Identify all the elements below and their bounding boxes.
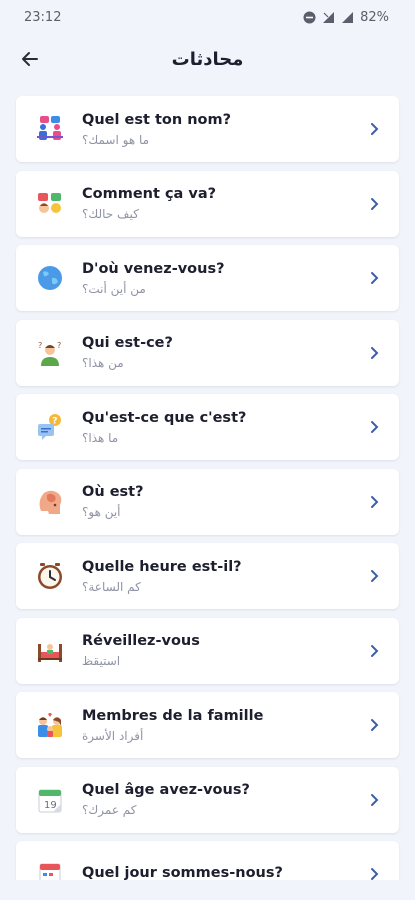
item-title: Qui est-ce? xyxy=(82,335,173,351)
list-item[interactable]: 19 Quel âge avez-vous? كم عمرك؟ xyxy=(16,766,399,833)
item-title: Quelle heure est-il? xyxy=(82,558,242,575)
item-title: Qu'est-ce que c'est? xyxy=(82,409,247,426)
list-item[interactable]: Membres de la famille أفراد الأسرة xyxy=(16,692,399,758)
item-subtitle: كم الساعة؟ xyxy=(82,579,141,594)
people-talking-icon xyxy=(33,112,67,146)
chevron-right-icon xyxy=(365,194,385,214)
svg-text:?: ? xyxy=(38,341,42,350)
list-item[interactable]: Comment ça va? كيف حالك؟ xyxy=(16,170,399,237)
calendar-age-icon: 19 xyxy=(33,783,67,817)
item-subtitle: كم عمرك؟ xyxy=(82,803,137,817)
svg-text:19: 19 xyxy=(44,800,57,811)
head-thinking-icon xyxy=(33,485,67,519)
svg-text:?: ? xyxy=(57,341,61,350)
chevron-right-icon xyxy=(365,566,385,586)
list-item[interactable]: D'où venez-vous? من أين أنت؟ xyxy=(16,245,399,311)
item-subtitle: ما هذا؟ xyxy=(82,430,119,445)
status-bar: 23:12 82% xyxy=(0,0,415,34)
status-time: 23:12 xyxy=(24,9,62,25)
list-item[interactable]: ? Qu'est-ce que c'est? ما هذا؟ xyxy=(16,394,399,460)
item-title: Quel est ton nom? xyxy=(82,111,232,128)
chevron-right-icon xyxy=(365,417,385,437)
do-not-disturb-icon xyxy=(303,11,316,23)
item-title: Comment ça va? xyxy=(82,186,217,202)
item-title: Membres de la famille xyxy=(82,707,264,724)
item-subtitle: من أين أنت؟ xyxy=(82,281,146,296)
signal-icon-2 xyxy=(342,11,354,23)
bed-wakeup-icon xyxy=(33,634,67,668)
page-title: محادثات xyxy=(171,48,244,70)
item-title: Quel âge avez-vous? xyxy=(82,782,250,798)
clock-icon xyxy=(33,559,67,593)
item-title: D'où venez-vous? xyxy=(82,260,225,277)
item-subtitle: ما هو اسمك؟ xyxy=(82,132,150,147)
list-item[interactable]: Où est? أين هو؟ xyxy=(16,468,399,535)
bottom-edge xyxy=(0,880,415,900)
item-subtitle: أين هو؟ xyxy=(82,505,121,519)
conversation-list: Quel est ton nom? ما هو اسمك؟ Comment ça… xyxy=(16,96,399,900)
arrow-left-icon xyxy=(22,52,38,66)
list-item[interactable]: Quelle heure est-il? كم الساعة؟ xyxy=(16,543,399,609)
chevron-right-icon xyxy=(365,268,385,288)
battery-percent: 82% xyxy=(360,9,389,25)
chevron-right-icon xyxy=(365,492,385,512)
chevron-right-icon xyxy=(365,343,385,363)
globe-icon xyxy=(33,261,67,295)
item-subtitle: استيقظ xyxy=(82,654,121,668)
item-title: Réveillez-vous xyxy=(82,633,200,649)
family-icon xyxy=(33,708,67,742)
item-title: Quel jour sommes-nous? xyxy=(82,864,283,881)
item-subtitle: من هذا؟ xyxy=(82,356,124,370)
item-subtitle: أفراد الأسرة xyxy=(82,728,144,743)
chevron-right-icon xyxy=(365,119,385,139)
status-icons: 82% xyxy=(303,10,389,25)
list-item[interactable]: Quel est ton nom? ما هو اسمك؟ xyxy=(16,96,399,162)
speech-question-icon: ? xyxy=(33,410,67,444)
list-item[interactable]: Réveillez-vous استيقظ xyxy=(16,617,399,684)
chevron-right-icon xyxy=(365,790,385,810)
chevron-right-icon xyxy=(365,715,385,735)
faces-chat-icon xyxy=(33,187,67,221)
person-question-icon: ? ? xyxy=(33,336,67,370)
back-button[interactable] xyxy=(14,43,46,75)
item-subtitle: كيف حالك؟ xyxy=(82,207,139,221)
item-title: Où est? xyxy=(82,484,144,500)
app-bar: محادثات xyxy=(0,34,415,84)
list-item[interactable]: ? ? Qui est-ce? من هذا؟ xyxy=(16,319,399,386)
chevron-right-icon xyxy=(365,641,385,661)
signal-icon xyxy=(323,11,335,23)
